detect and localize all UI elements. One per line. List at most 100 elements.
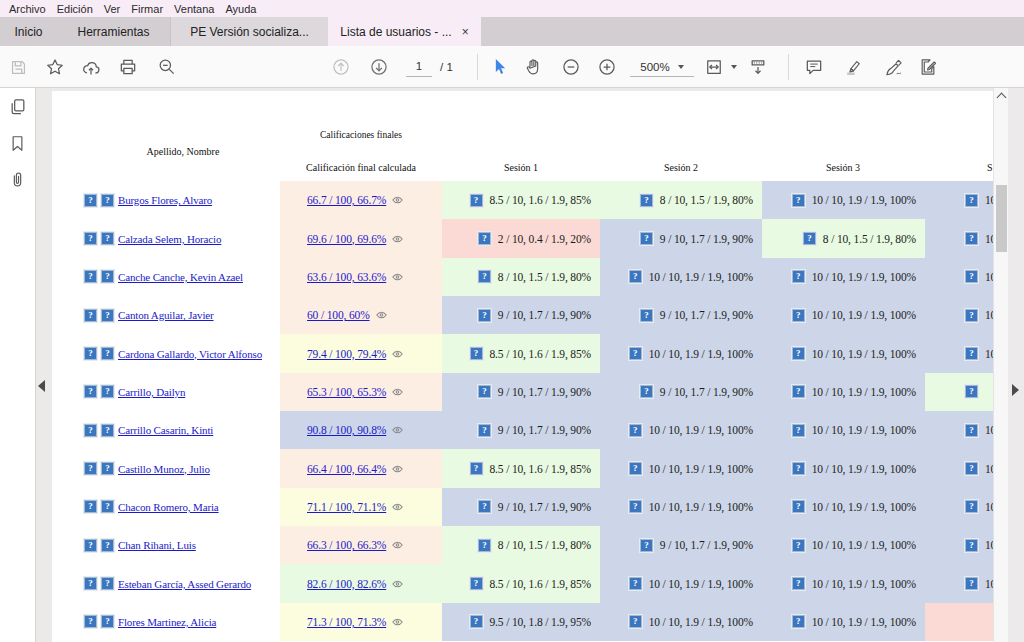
page-down-icon[interactable] [369, 57, 389, 77]
student-name-link[interactable]: Cardona Gallardo, Victor Alfonso [118, 348, 262, 360]
session-grade-text: 9 / 10, 1.7 / 1.9, 90% [660, 233, 753, 245]
comment-icon[interactable] [804, 57, 824, 77]
page-thumbnails-icon[interactable] [8, 97, 28, 117]
final-grade-link[interactable]: 71.3 / 100, 71.3% [307, 616, 386, 628]
fit-width-caret-icon[interactable] [731, 65, 737, 69]
zoom-level-select[interactable]: 500% [630, 58, 694, 77]
missing-image-icon: ? [965, 424, 978, 437]
student-name-link[interactable]: Castillo Munoz, Julio [118, 463, 210, 475]
session-grade-text: 10 [985, 309, 993, 321]
table-row: ??Burgos Flores, Alvaro66.7 / 100, 66.7%… [52, 181, 993, 219]
final-grade-link[interactable]: 65.3 / 100, 65.3% [307, 386, 386, 398]
eye-icon[interactable] [392, 273, 403, 281]
print-icon[interactable] [118, 57, 138, 77]
student-name-link[interactable]: Canton Aguilar, Javier [118, 309, 214, 321]
eye-icon[interactable] [392, 541, 403, 549]
student-name-link[interactable]: Burgos Flores, Alvaro [118, 194, 212, 206]
select-cursor-icon[interactable] [490, 57, 510, 77]
missing-image-icon: ? [629, 500, 642, 513]
session-4-grade-cell: ?10 [925, 181, 993, 219]
session-grade-text: 10 / 10, 1.9 / 1.9, 100% [812, 616, 916, 628]
highlight-icon[interactable] [843, 57, 863, 77]
final-grade-link[interactable]: 60 / 100, 60% [307, 309, 370, 321]
session-1-grade-cell: ?9 / 10, 1.7 / 1.9, 90% [442, 296, 600, 334]
student-name-link[interactable]: Carrillo Casarin, Kinti [118, 424, 213, 436]
eye-icon[interactable] [392, 465, 403, 473]
menu-archivo[interactable]: Archivo [9, 3, 46, 15]
eye-icon[interactable] [392, 503, 403, 511]
sign-icon[interactable] [884, 57, 904, 77]
missing-image-icon: ? [470, 347, 483, 360]
zoom-in-icon[interactable] [597, 57, 617, 77]
zoom-out-tool-icon[interactable] [157, 57, 177, 77]
final-grade-link[interactable]: 82.6 / 100, 82.6% [307, 578, 386, 590]
bookmarks-icon[interactable] [8, 134, 28, 154]
session-1-grade-cell: ?8 / 10, 1.5 / 1.9, 80% [442, 526, 600, 564]
session-1-grade-cell: ?2 / 10, 0.4 / 1.9, 20% [442, 219, 600, 257]
scroll-up-icon[interactable] [997, 93, 1007, 103]
tab-herramientas[interactable]: Herramientas [57, 17, 170, 46]
session-grade-text: 9 / 10, 1.7 / 1.9, 90% [498, 309, 591, 321]
session-grade-text: 10 [985, 271, 993, 283]
eye-icon[interactable] [392, 235, 403, 243]
student-name-link[interactable]: Canche Canche, Kevin Azael [118, 271, 243, 283]
session-grade-text: 10 / 10, 1.9 / 1.9, 100% [649, 463, 753, 475]
tab-document-1[interactable]: PE Versión socializa... [170, 17, 328, 46]
final-grade-link[interactable]: 69.6 / 100, 69.6% [307, 233, 386, 245]
student-name-link[interactable]: Chacon Romero, Maria [118, 501, 219, 513]
session-2-grade-cell: ?9 / 10, 1.7 / 1.9, 90% [600, 373, 762, 411]
final-grade-link[interactable]: 63.6 / 100, 63.6% [307, 271, 386, 283]
final-grade-cell: 71.1 / 100, 71.1% [280, 488, 442, 526]
tab-inicio[interactable]: Inicio [0, 17, 57, 46]
student-name-link[interactable]: Chan Rihani, Luis [118, 539, 196, 551]
eye-icon[interactable] [392, 580, 403, 588]
menu-edicion[interactable]: Edición [57, 3, 93, 15]
menu-ver[interactable]: Ver [104, 3, 121, 15]
missing-image-icon: ? [965, 270, 978, 283]
vertical-scrollbar[interactable] [993, 88, 1008, 642]
page-number-input[interactable]: 1 [406, 58, 432, 77]
final-grade-link[interactable]: 71.1 / 100, 71.1% [307, 501, 386, 513]
student-name-link[interactable]: Carrillo, Dailyn [118, 386, 185, 398]
student-name-cell: ??Carrillo, Dailyn [52, 373, 280, 411]
session-grade-text: 10 / 10, 1.9 / 1.9, 100% [649, 501, 753, 513]
eye-icon[interactable] [376, 311, 387, 319]
session-1-grade-cell: ?9 / 10, 1.7 / 1.9, 90% [442, 373, 600, 411]
hand-tool-icon[interactable] [524, 57, 544, 77]
attachments-icon[interactable] [8, 170, 28, 190]
final-grade-link[interactable]: 66.3 / 100, 66.3% [307, 539, 386, 551]
star-icon[interactable] [45, 57, 65, 77]
student-name-link[interactable]: Esteban García, Assed Gerardo [118, 578, 251, 590]
menu-ventana[interactable]: Ventana [174, 3, 214, 15]
save-icon[interactable] [8, 57, 28, 77]
eye-icon[interactable] [392, 350, 403, 358]
student-name-cell: ??Esteban García, Assed Gerardo [52, 564, 280, 602]
page-up-icon[interactable] [331, 57, 351, 77]
tab-close-icon[interactable]: × [462, 26, 469, 38]
final-grade-link[interactable]: 66.7 / 100, 66.7% [307, 194, 386, 206]
final-grade-link[interactable]: 90.8 / 100, 90.8% [307, 424, 386, 436]
table-row: ??Carrillo Casarin, Kinti90.8 / 100, 90.… [52, 411, 993, 449]
menu-firmar[interactable]: Firmar [131, 3, 163, 15]
missing-image-icon: ? [640, 232, 653, 245]
menu-ayuda[interactable]: Ayuda [225, 3, 256, 15]
eye-icon[interactable] [392, 618, 403, 626]
eye-icon[interactable] [392, 196, 403, 204]
cloud-upload-icon[interactable] [81, 57, 101, 77]
next-page-arrow[interactable] [1012, 384, 1019, 396]
session-2-grade-cell: ? 9 / 10, 1.7 / 1.9, 90% [600, 219, 762, 257]
missing-image-icon: ? [101, 270, 114, 283]
eye-icon[interactable] [392, 388, 403, 396]
student-name-link[interactable]: Flores Martinez, Alicia [118, 616, 216, 628]
scroll-mode-icon[interactable] [748, 57, 768, 77]
scrollbar-thumb[interactable] [996, 185, 1007, 252]
previous-page-arrow[interactable] [38, 380, 45, 392]
tab-document-2-active[interactable]: Lista de usuarios - ... × [328, 17, 481, 46]
zoom-out-icon[interactable] [561, 57, 581, 77]
final-grade-link[interactable]: 66.4 / 100, 66.4% [307, 463, 386, 475]
student-name-link[interactable]: Calzada Selem, Horacio [118, 233, 221, 245]
fill-sign-icon[interactable] [918, 57, 938, 77]
eye-icon[interactable] [392, 426, 403, 434]
fit-width-icon[interactable] [704, 57, 724, 77]
final-grade-link[interactable]: 79.4 / 100, 79.4% [307, 348, 386, 360]
